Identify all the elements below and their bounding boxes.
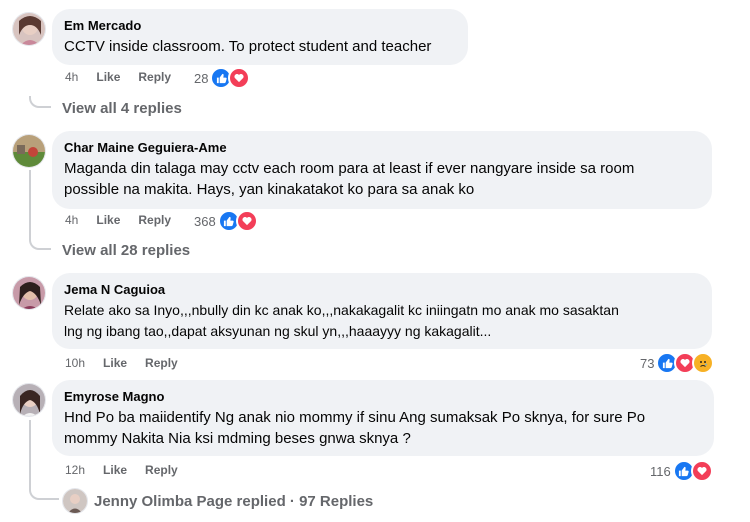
comment-text-line: Hnd Po ba maiidentify Ng anak nio mommy … — [64, 409, 646, 426]
comment-time[interactable]: 4h — [65, 211, 78, 229]
reaction-summary[interactable]: 28 — [194, 67, 251, 89]
reply-button[interactable]: Reply — [145, 354, 178, 372]
comment-actions: 4h Like Reply — [65, 211, 171, 229]
sad-icon — [692, 352, 715, 374]
avatar[interactable] — [12, 383, 46, 417]
comment-author[interactable]: Emyrose Magno — [64, 388, 702, 405]
avatar — [62, 488, 88, 514]
comment-em-mercado: Em Mercado CCTV inside classroom. To pro… — [0, 0, 750, 120]
reaction-count: 28 — [194, 70, 209, 86]
reply-button[interactable]: Reply — [138, 68, 171, 86]
comment-time[interactable]: 10h — [65, 354, 85, 372]
comment-bubble: Emyrose Magno Hnd Po ba maiidentify Ng a… — [52, 380, 714, 456]
reaction-count: 116 — [650, 463, 671, 479]
like-button[interactable]: Like — [96, 211, 120, 229]
thread-connector — [29, 96, 51, 108]
avatar[interactable] — [12, 12, 46, 46]
comment-author[interactable]: Char Maine Geguiera-Ame — [64, 139, 700, 156]
thread-connector — [29, 420, 31, 490]
comment-time[interactable]: 12h — [65, 461, 85, 479]
avatar[interactable] — [12, 134, 46, 168]
comment-author[interactable]: Jema N Caguioa — [64, 281, 700, 298]
reaction-summary[interactable]: 368 — [194, 210, 258, 232]
love-icon — [690, 460, 713, 482]
comment-text-line: Relate ako sa Inyo,,,nbully din kc anak … — [64, 302, 619, 318]
reaction-count: 73 — [640, 355, 655, 371]
replies-summary-text[interactable]: Jenny Olimba Page replied · 97 Replies — [94, 493, 373, 510]
love-icon — [235, 210, 258, 232]
reaction-summary[interactable]: 116 — [650, 460, 713, 482]
comment-text: CCTV inside classroom. To protect studen… — [64, 38, 432, 55]
comment-bubble: Jema N Caguioa Relate ako sa Inyo,,,nbul… — [52, 273, 712, 349]
comment-bubble: Char Maine Geguiera-Ame Maganda din tala… — [52, 131, 712, 209]
like-button[interactable]: Like — [103, 354, 127, 372]
thread-connector — [29, 488, 59, 500]
comment-bubble: Em Mercado CCTV inside classroom. To pro… — [52, 9, 468, 65]
comment-time[interactable]: 4h — [65, 68, 78, 86]
comment-actions: 10h Like Reply — [65, 354, 178, 372]
avatar[interactable] — [12, 276, 46, 310]
comment-text-line: Maganda din talaga may cctv each room pa… — [64, 160, 635, 177]
reaction-summary[interactable]: 73 — [640, 352, 715, 374]
comment-actions: 4h Like Reply — [65, 68, 171, 86]
thread-connector — [29, 238, 51, 250]
comment-text-line: lng ng ibang tao,,dapat aksyunan ng skul… — [64, 323, 492, 339]
like-button[interactable]: Like — [96, 68, 120, 86]
view-replies-link[interactable]: View all 4 replies — [62, 100, 182, 117]
view-replies-link[interactable]: View all 28 replies — [62, 242, 190, 259]
comment-text-line: possible na makita. Hays, yan kinakatako… — [64, 181, 475, 198]
comment-text-line: mommy Nakita Nia ksi mdming beses gnwa s… — [64, 430, 411, 447]
thread-connector — [29, 170, 31, 238]
replies-summary[interactable]: Jenny Olimba Page replied · 97 Replies — [62, 488, 373, 514]
comment-author[interactable]: Em Mercado — [64, 17, 456, 34]
reply-button[interactable]: Reply — [145, 461, 178, 479]
reaction-count: 368 — [194, 213, 216, 229]
comment-actions: 12h Like Reply — [65, 461, 178, 479]
like-button[interactable]: Like — [103, 461, 127, 479]
reply-button[interactable]: Reply — [138, 211, 171, 229]
love-icon — [228, 67, 251, 89]
